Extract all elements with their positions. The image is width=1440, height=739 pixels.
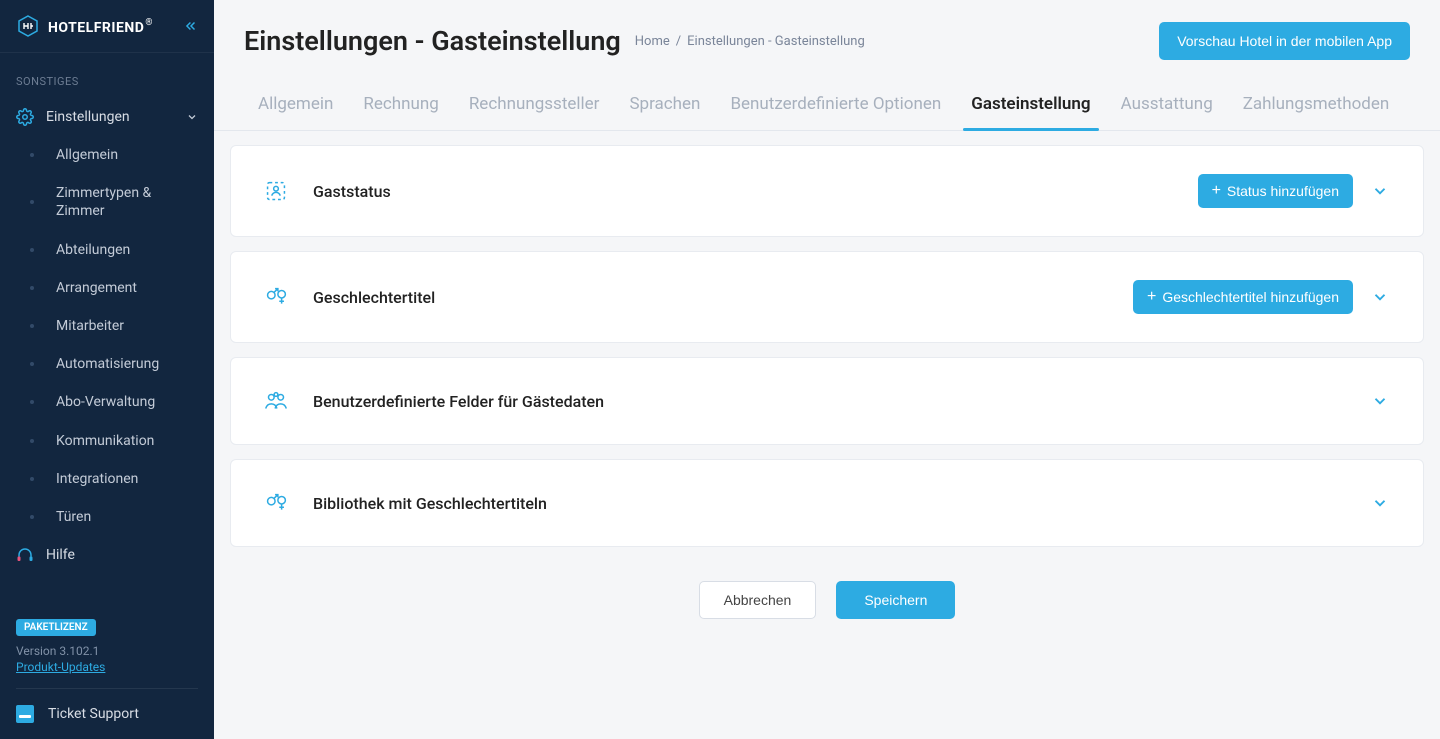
guest-status-icon xyxy=(261,176,291,206)
license-badge: PAKETLIZENZ xyxy=(16,619,96,636)
panel-gender-library-title: Bibliothek mit Geschlechtertiteln xyxy=(313,494,1345,513)
nav-help[interactable]: Hilfe xyxy=(0,536,214,574)
breadcrumb-separator: / xyxy=(676,34,681,49)
panel-custom-fields: Benutzerdefinierte Felder für Gästedaten xyxy=(230,357,1424,445)
sidebar-section-label: SONSTIGES xyxy=(0,53,214,98)
sidebar-collapse-button[interactable] xyxy=(184,19,198,33)
chevron-down-icon xyxy=(1371,288,1389,306)
tab-rechnungssteller[interactable]: Rechnungssteller xyxy=(469,82,600,130)
add-status-button[interactable]: + Status hinzufügen xyxy=(1198,174,1353,208)
plus-icon: + xyxy=(1147,289,1156,305)
users-icon xyxy=(261,386,291,416)
tab-sprachen[interactable]: Sprachen xyxy=(629,82,700,130)
tab-zahlungsmethoden[interactable]: Zahlungsmethoden xyxy=(1243,82,1390,130)
add-gender-title-button[interactable]: + Geschlechtertitel hinzufügen xyxy=(1133,280,1353,314)
nav-sub-zimmertypen[interactable]: Zimmertypen & Zimmer xyxy=(0,174,214,230)
nav-sub-kommunikation[interactable]: Kommunikation xyxy=(0,422,214,460)
expand-gender-library-button[interactable] xyxy=(1367,490,1393,516)
chevron-down-icon xyxy=(186,111,198,123)
panel-gender-title: Geschlechtertitel + Geschlechtertitel hi… xyxy=(230,251,1424,343)
version-text: Version 3.102.1 xyxy=(16,644,198,658)
ticket-icon xyxy=(16,705,34,723)
cancel-button[interactable]: Abbrechen xyxy=(699,581,817,619)
tab-benutzerdefinierte-optionen[interactable]: Benutzerdefinierte Optionen xyxy=(730,82,941,130)
brand-logo[interactable]: HOTELFRIEND® xyxy=(16,14,184,38)
nav-sub-automatisierung[interactable]: Automatisierung xyxy=(0,345,214,383)
plus-icon: + xyxy=(1212,183,1221,199)
panel-gender-title-title: Geschlechtertitel xyxy=(313,288,1111,307)
panel-custom-fields-title: Benutzerdefinierte Felder für Gästedaten xyxy=(313,392,1345,411)
sidebar-header: HOTELFRIEND® xyxy=(0,0,214,53)
nav-help-label: Hilfe xyxy=(46,547,75,563)
headset-icon xyxy=(16,546,34,564)
breadcrumb-home[interactable]: Home xyxy=(635,34,670,49)
nav-settings-label: Einstellungen xyxy=(46,109,130,125)
page-title: Einstellungen - Gasteinstellung xyxy=(244,25,621,57)
panel-guest-status: Gaststatus + Status hinzufügen xyxy=(230,145,1424,237)
chevron-down-icon xyxy=(1371,392,1389,410)
breadcrumb-current: Einstellungen - Gasteinstellung xyxy=(687,34,865,49)
tabs: Allgemein Rechnung Rechnungssteller Spra… xyxy=(214,72,1440,131)
footer-actions: Abbrechen Speichern xyxy=(230,561,1424,639)
chevron-double-left-icon xyxy=(184,19,198,33)
breadcrumb: Home / Einstellungen - Gasteinstellung xyxy=(635,34,865,49)
page-header: Einstellungen - Gasteinstellung Home / E… xyxy=(214,0,1440,72)
nav-sub-arrangement[interactable]: Arrangement xyxy=(0,269,214,307)
nav-settings[interactable]: Einstellungen xyxy=(0,98,214,136)
tab-gasteinstellung[interactable]: Gasteinstellung xyxy=(971,82,1090,130)
sidebar: HOTELFRIEND® SONSTIGES Einstellungen All… xyxy=(0,0,214,739)
expand-guest-status-button[interactable] xyxy=(1367,178,1393,204)
nav-sub-integrationen[interactable]: Integrationen xyxy=(0,460,214,498)
panel-gender-library: Bibliothek mit Geschlechtertiteln xyxy=(230,459,1424,547)
chevron-down-icon xyxy=(1371,182,1389,200)
expand-gender-title-button[interactable] xyxy=(1367,284,1393,310)
tab-ausstattung[interactable]: Ausstattung xyxy=(1121,82,1213,130)
preview-hotel-button[interactable]: Vorschau Hotel in der mobilen App xyxy=(1159,22,1410,60)
sidebar-footer: PAKETLIZENZ Version 3.102.1 Produkt-Upda… xyxy=(0,605,214,689)
content-area: Gaststatus + Status hinzufügen xyxy=(214,131,1440,669)
logo-icon xyxy=(16,14,40,38)
tab-rechnung[interactable]: Rechnung xyxy=(363,82,438,130)
expand-custom-fields-button[interactable] xyxy=(1367,388,1393,414)
gender-title-icon xyxy=(261,282,291,312)
nav-sub-tueren[interactable]: Türen xyxy=(0,498,214,536)
nav-sub-abo-verwaltung[interactable]: Abo-Verwaltung xyxy=(0,383,214,421)
product-updates-link[interactable]: Produkt-Updates xyxy=(16,660,198,674)
chevron-down-icon xyxy=(1371,494,1389,512)
ticket-support-label: Ticket Support xyxy=(48,706,139,722)
gear-icon xyxy=(16,108,34,126)
ticket-support-link[interactable]: Ticket Support xyxy=(0,689,214,739)
main-content: Einstellungen - Gasteinstellung Home / E… xyxy=(214,0,1440,739)
brand-name: HOTELFRIEND® xyxy=(48,17,152,36)
gender-library-icon xyxy=(261,488,291,518)
nav-sub-mitarbeiter[interactable]: Mitarbeiter xyxy=(0,307,214,345)
tab-allgemein[interactable]: Allgemein xyxy=(258,82,333,130)
nav-sub-abteilungen[interactable]: Abteilungen xyxy=(0,231,214,269)
save-button[interactable]: Speichern xyxy=(836,581,955,619)
panel-guest-status-title: Gaststatus xyxy=(313,182,1176,201)
nav-sub-allgemein[interactable]: Allgemein xyxy=(0,136,214,174)
